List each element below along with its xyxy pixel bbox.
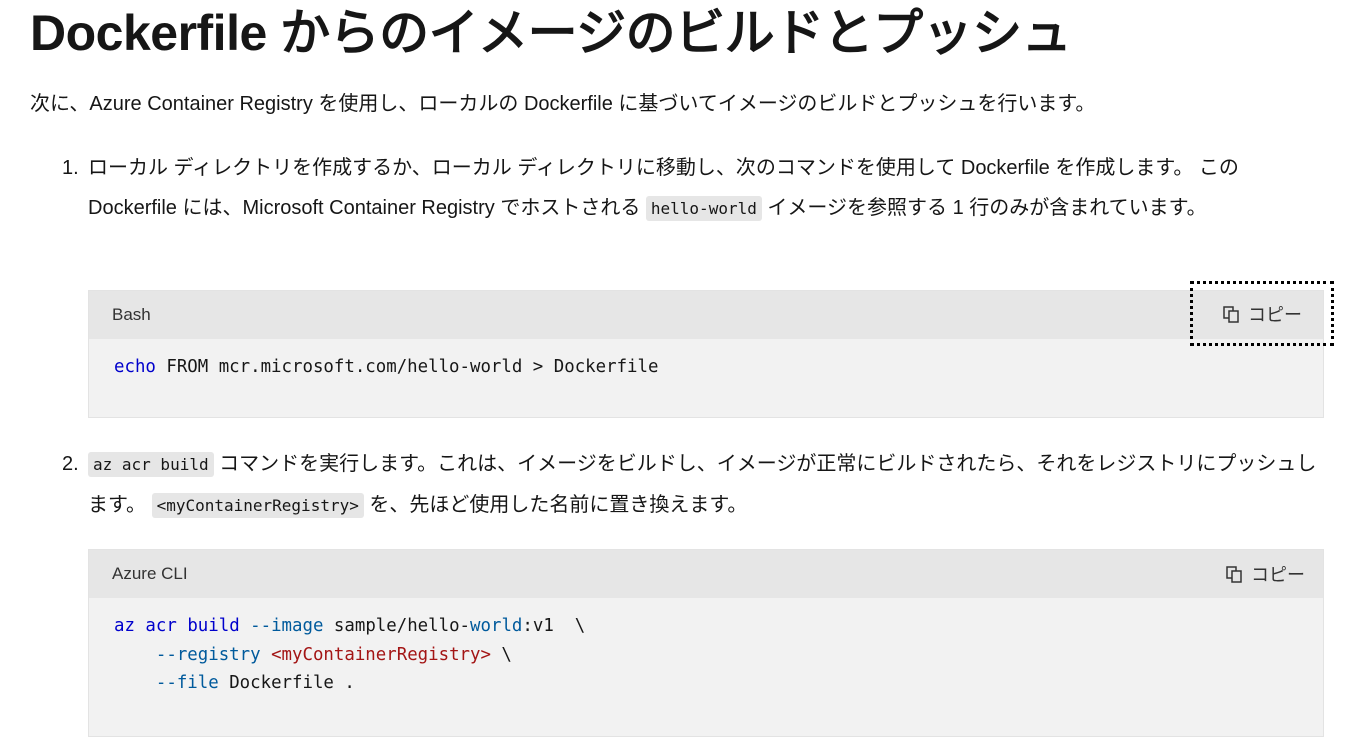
- step-1: 1. ローカル ディレクトリを作成するか、ローカル ディレクトリに移動し、次のコ…: [62, 148, 1332, 229]
- code-language: Bash: [112, 305, 151, 324]
- copy-label: コピー: [1251, 565, 1305, 585]
- inline-code: hello-world: [645, 196, 762, 221]
- step-text: az acr build コマンドを実行します。これは、イメージをビルドし、イメ…: [88, 452, 1317, 518]
- code-block-bash: Bash コピー echo FROM mcr.microsoft.com/hel…: [88, 281, 1334, 418]
- inline-code: <myContainerRegistry>: [151, 493, 364, 518]
- code-header: Azure CLI コピー: [89, 550, 1323, 598]
- step-2: 2. az acr build コマンドを実行します。これは、イメージをビルドし…: [62, 444, 1332, 526]
- code-block-azure-cli: Azure CLI コピー az acr build --image sampl…: [88, 549, 1324, 737]
- copy-label: コピー: [1248, 304, 1302, 325]
- code-header: Bash コピー: [89, 281, 1334, 346]
- step-number: 2.: [62, 453, 79, 475]
- copy-icon: [1223, 305, 1239, 323]
- copy-icon: [1226, 566, 1242, 583]
- code-content: az acr build --image sample/hello-world:…: [114, 616, 586, 693]
- code-language: Azure CLI: [112, 564, 188, 583]
- intro-paragraph: 次に、Azure Container Registry を使用し、ローカルの D…: [30, 93, 1096, 115]
- copy-button[interactable]: コピー: [1225, 561, 1305, 587]
- copy-button[interactable]: コピー: [1190, 281, 1334, 346]
- step-number: 1.: [62, 157, 79, 179]
- code-content: echo FROM mcr.microsoft.com/hello-world …: [114, 357, 659, 377]
- inline-code: az acr build: [88, 452, 214, 477]
- step-text: ローカル ディレクトリを作成するか、ローカル ディレクトリに移動し、次のコマンド…: [88, 157, 1239, 221]
- page-title: Dockerfile からのイメージのビルドとプッシュ: [30, 5, 1072, 61]
